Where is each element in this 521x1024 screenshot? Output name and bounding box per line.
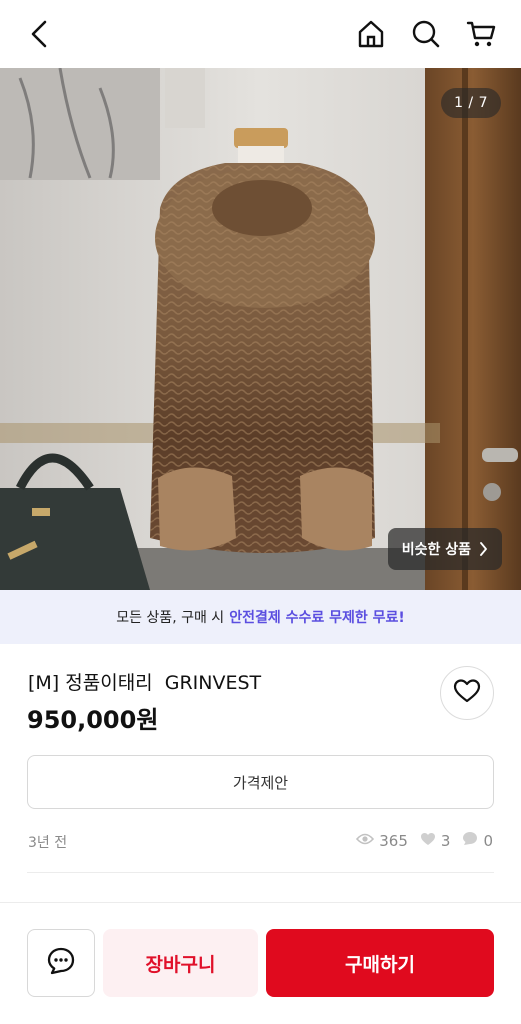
divider <box>27 872 494 873</box>
home-icon[interactable] <box>351 14 391 54</box>
chat-bubble-icon <box>462 831 478 850</box>
view-count: 365 <box>379 831 408 850</box>
eye-icon <box>356 832 375 850</box>
chat-count: 0 <box>483 831 493 850</box>
posted-time: 3년 전 <box>28 835 68 851</box>
cart-icon[interactable] <box>461 14 501 54</box>
heart-icon <box>420 832 436 850</box>
product-image-gallery[interactable]: 1 / 7 비슷한 상품 <box>0 68 521 590</box>
like-count: 3 <box>440 831 451 850</box>
promo-prefix: 모든 상품, 구매 시 <box>116 610 225 626</box>
chevron-right-icon <box>479 542 488 556</box>
back-icon[interactable] <box>20 14 60 54</box>
product-stats: 365 3 0 <box>348 831 493 850</box>
search-icon[interactable] <box>406 14 446 54</box>
divider <box>0 902 521 903</box>
similar-products-button[interactable]: 비슷한 상품 <box>387 528 502 570</box>
image-counter: 1 / 7 <box>441 88 501 118</box>
buy-now-button[interactable]: 구매하기 <box>266 929 494 997</box>
heart-icon <box>453 678 481 708</box>
similar-products-label: 비슷한 상품 <box>401 542 471 558</box>
product-photo <box>0 68 521 590</box>
add-to-cart-button[interactable]: 장바구니 <box>103 929 258 997</box>
like-button[interactable] <box>440 666 494 720</box>
promo-highlight: 안전결제 수수료 무제한 무료! <box>229 610 405 626</box>
top-bar <box>0 0 521 68</box>
product-price: 950,000원 <box>27 706 159 734</box>
product-title: [M] 정품이태리 GRINVEST <box>28 672 262 694</box>
chat-icon <box>46 946 76 980</box>
chat-button[interactable] <box>27 929 95 997</box>
price-offer-button[interactable]: 가격제안 <box>27 755 494 809</box>
promo-banner[interactable]: 모든 상품, 구매 시 안전결제 수수료 무제한 무료! <box>0 590 521 644</box>
